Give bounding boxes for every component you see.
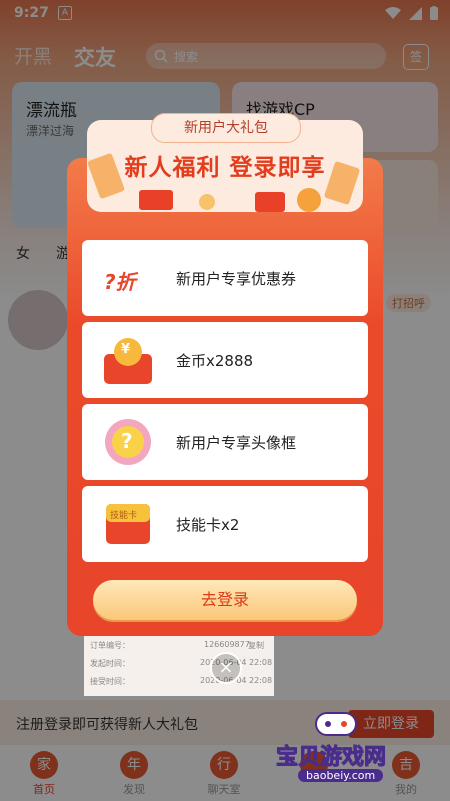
- order-value: 126609877: [204, 640, 250, 649]
- gift-badge: 新用户大礼包: [151, 113, 301, 143]
- avatar-frame-icon: ?: [102, 416, 154, 468]
- site-watermark: 宝贝游戏网 baobeiy.com: [270, 705, 450, 795]
- reward-skill-card-label: 技能卡x2: [176, 516, 240, 534]
- watermark-url: baobeiy.com: [298, 769, 384, 782]
- reward-coupon-label: 新用户专享优惠券: [176, 270, 297, 288]
- skill-card-icon: 技能卡: [102, 498, 154, 550]
- skill-card-text: 技能卡: [110, 511, 138, 521]
- gamepad-icon: [315, 712, 357, 736]
- discount-icon-text: ?折: [104, 270, 136, 294]
- reward-avatar-frame: ? 新用户专享头像框: [82, 404, 368, 480]
- modal-headline: 新人福利 登录即享: [124, 155, 326, 181]
- reward-avatar-frame-label: 新用户专享头像框: [176, 434, 297, 452]
- reward-coins: ¥ 金币x2888: [82, 322, 368, 398]
- accept-time-label: 接受时间：: [90, 677, 130, 686]
- card-graphic: [106, 504, 150, 544]
- reward-skill-card: 技能卡 技能卡x2: [82, 486, 368, 562]
- order-label: 订单编号：: [90, 641, 130, 650]
- coin-symbol: ¥: [121, 342, 131, 357]
- watermark-title: 宝贝游戏网: [275, 745, 387, 771]
- reward-coupon: ?折 新用户专享优惠券: [82, 240, 368, 316]
- order-info-peek: 订单编号： 126609877 复制 发起时间： 2020-06-04 22:0…: [84, 636, 274, 696]
- frame-question-mark: ?: [121, 429, 133, 453]
- start-time-label: 发起时间：: [90, 659, 130, 668]
- go-login-button[interactable]: 去登录: [93, 580, 357, 620]
- reward-coins-label: 金币x2888: [176, 352, 254, 370]
- copy-link[interactable]: 复制: [248, 640, 264, 651]
- close-icon[interactable]: ×: [210, 652, 242, 684]
- discount-icon: ?折: [102, 252, 154, 304]
- gold-coin-envelope-icon: ¥: [102, 334, 154, 386]
